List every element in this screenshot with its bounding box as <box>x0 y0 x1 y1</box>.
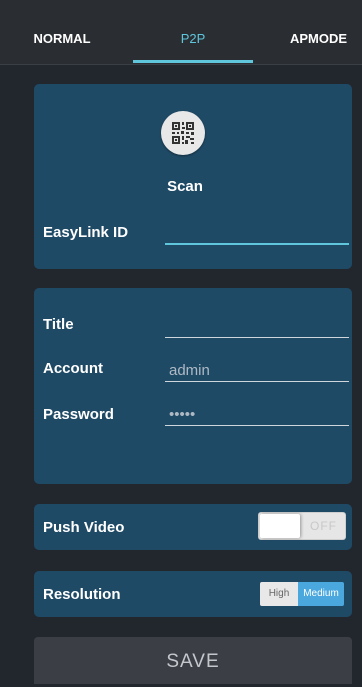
push-video-toggle[interactable]: OFF <box>258 512 346 540</box>
title-input[interactable] <box>165 316 349 338</box>
qr-code-icon <box>171 121 195 145</box>
resolution-segmented-control: High Medium <box>260 582 344 606</box>
tab-p2p[interactable]: P2P <box>133 0 253 64</box>
password-label: Password <box>43 406 114 423</box>
account-input[interactable] <box>165 360 349 382</box>
mode-tab-bar: NORMAL P2P APMODE <box>0 0 362 65</box>
toggle-knob <box>260 514 300 538</box>
toggle-state-label: OFF <box>310 519 337 533</box>
easylink-id-label: EasyLink ID <box>43 224 129 241</box>
push-video-label: Push Video <box>43 519 125 536</box>
password-input[interactable] <box>165 404 349 426</box>
title-label: Title <box>43 316 74 333</box>
resolution-option-medium[interactable]: Medium <box>298 582 344 606</box>
scan-label: Scan <box>167 178 203 195</box>
tab-apmode[interactable]: APMODE <box>275 0 362 64</box>
tab-normal[interactable]: NORMAL <box>18 0 106 64</box>
save-button[interactable]: SAVE <box>34 637 352 684</box>
scan-button[interactable] <box>161 111 205 155</box>
resolution-option-high[interactable]: High <box>260 582 298 606</box>
active-tab-indicator <box>133 60 253 63</box>
account-label: Account <box>43 360 103 377</box>
resolution-label: Resolution <box>43 586 121 603</box>
easylink-id-input[interactable] <box>165 223 349 245</box>
